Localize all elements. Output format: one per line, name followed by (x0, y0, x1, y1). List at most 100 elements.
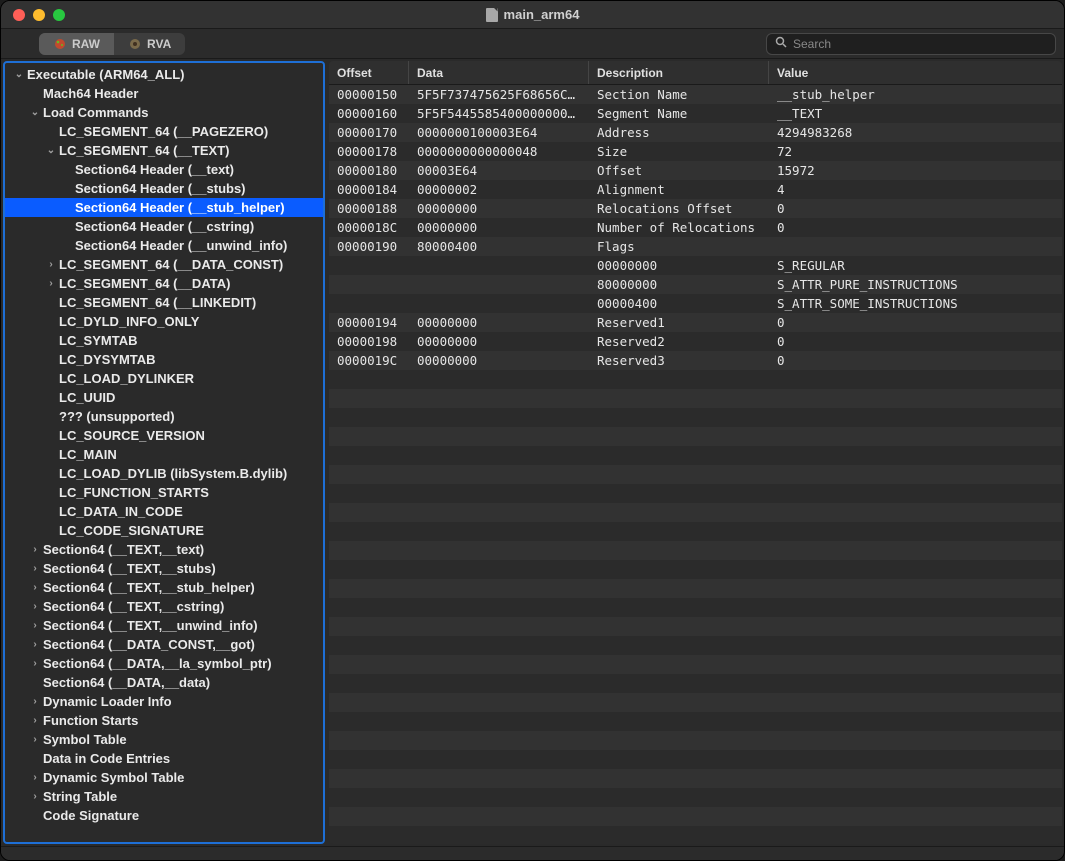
disclosure-arrow-icon[interactable]: › (29, 696, 41, 707)
tree-item[interactable]: LC_DATA_IN_CODE (5, 502, 323, 521)
disclosure-arrow-icon[interactable]: › (29, 544, 41, 555)
tree-item[interactable]: ›Section64 (__TEXT,__text) (5, 540, 323, 559)
tree-item[interactable]: ›Dynamic Loader Info (5, 692, 323, 711)
disclosure-arrow-icon[interactable]: › (29, 791, 41, 802)
tree-item[interactable]: Section64 Header (__text) (5, 160, 323, 179)
tree-item[interactable]: LC_LOAD_DYLINKER (5, 369, 323, 388)
table-row[interactable]: 0000018400000002Alignment4 (329, 180, 1062, 199)
close-window-button[interactable] (13, 9, 25, 21)
col-header-data[interactable]: Data (409, 61, 589, 84)
tree-item[interactable]: LC_SEGMENT_64 (__PAGEZERO) (5, 122, 323, 141)
tree-item[interactable]: LC_SOURCE_VERSION (5, 426, 323, 445)
tree-item[interactable]: Code Signature (5, 806, 323, 825)
tree-item[interactable]: ??? (unsupported) (5, 407, 323, 426)
tree-item-label: LC_SEGMENT_64 (__DATA) (59, 276, 230, 291)
disclosure-arrow-icon[interactable]: › (29, 715, 41, 726)
table-row[interactable]: 0000018C00000000Number of Relocations0 (329, 218, 1062, 237)
tree-item[interactable]: ›Section64 (__TEXT,__stubs) (5, 559, 323, 578)
cell-value: S_REGULAR (769, 258, 1062, 273)
tree-item-label: Section64 (__TEXT,__text) (43, 542, 204, 557)
toolbar: RAW RVA (1, 29, 1064, 59)
col-header-description[interactable]: Description (589, 61, 769, 84)
search-field[interactable] (766, 33, 1056, 55)
table-row-empty (329, 712, 1062, 731)
table-row[interactable]: 00000000S_REGULAR (329, 256, 1062, 275)
tree-item-label: LC_SYMTAB (59, 333, 137, 348)
tree-item[interactable]: ›String Table (5, 787, 323, 806)
raw-icon (53, 37, 67, 51)
tree-item[interactable]: ⌄Executable (ARM64_ALL) (5, 65, 323, 84)
tree-item[interactable]: LC_SEGMENT_64 (__LINKEDIT) (5, 293, 323, 312)
tree-item[interactable]: Mach64 Header (5, 84, 323, 103)
tree-item[interactable]: LC_DYSYMTAB (5, 350, 323, 369)
disclosure-arrow-icon[interactable]: › (29, 772, 41, 783)
tree-item[interactable]: ›Section64 (__DATA,__la_symbol_ptr) (5, 654, 323, 673)
tree-item[interactable]: ⌄LC_SEGMENT_64 (__TEXT) (5, 141, 323, 160)
tree-item[interactable]: LC_MAIN (5, 445, 323, 464)
disclosure-arrow-icon[interactable]: ⌄ (29, 107, 41, 118)
tree-item[interactable]: ›LC_SEGMENT_64 (__DATA) (5, 274, 323, 293)
tree-item[interactable]: LC_UUID (5, 388, 323, 407)
tree-item[interactable]: ›LC_SEGMENT_64 (__DATA_CONST) (5, 255, 323, 274)
tree-item[interactable]: ›Section64 (__DATA_CONST,__got) (5, 635, 323, 654)
table-row[interactable]: 0000019080000400Flags (329, 237, 1062, 256)
disclosure-arrow-icon[interactable]: › (29, 620, 41, 631)
tree-item[interactable]: ›Symbol Table (5, 730, 323, 749)
table-row[interactable]: 000001700000000100003E64Address429498326… (329, 123, 1062, 142)
cell-description: Flags (589, 239, 769, 254)
tree-item[interactable]: Section64 Header (__stubs) (5, 179, 323, 198)
tree-item[interactable]: ›Section64 (__TEXT,__stub_helper) (5, 578, 323, 597)
tree-item[interactable]: LC_CODE_SIGNATURE (5, 521, 323, 540)
tree-item[interactable]: Data in Code Entries (5, 749, 323, 768)
table-row[interactable]: 80000000S_ATTR_PURE_INSTRUCTIONS (329, 275, 1062, 294)
tree-item[interactable]: ⌄Load Commands (5, 103, 323, 122)
tree-item[interactable]: Section64 Header (__stub_helper) (5, 198, 323, 217)
tree-item[interactable]: LC_FUNCTION_STARTS (5, 483, 323, 502)
sidebar-tree[interactable]: ⌄Executable (ARM64_ALL)Mach64 Header⌄Loa… (3, 61, 325, 844)
disclosure-arrow-icon[interactable]: › (45, 259, 57, 270)
tree-item[interactable]: Section64 (__DATA,__data) (5, 673, 323, 692)
tree-item[interactable]: Section64 Header (__cstring) (5, 217, 323, 236)
cell-data: 00000000 (409, 220, 589, 235)
tree-item[interactable]: LC_SYMTAB (5, 331, 323, 350)
table-row-empty (329, 617, 1062, 636)
tree-item[interactable]: LC_DYLD_INFO_ONLY (5, 312, 323, 331)
disclosure-arrow-icon[interactable]: › (29, 658, 41, 669)
table-row[interactable]: 0000018800000000Relocations Offset0 (329, 199, 1062, 218)
col-header-value[interactable]: Value (769, 61, 1062, 84)
table-row-empty (329, 370, 1062, 389)
tree-item[interactable]: LC_LOAD_DYLIB (libSystem.B.dylib) (5, 464, 323, 483)
disclosure-arrow-icon[interactable]: › (29, 639, 41, 650)
table-row[interactable]: 0000019800000000Reserved20 (329, 332, 1062, 351)
tree-item-label: Dynamic Loader Info (43, 694, 172, 709)
window-controls (1, 9, 65, 21)
col-header-offset[interactable]: Offset (329, 61, 409, 84)
disclosure-arrow-icon[interactable]: › (29, 563, 41, 574)
table-row[interactable]: 000001505F5F737475625F68656C706…Section … (329, 85, 1062, 104)
table-row[interactable]: 0000018000003E64Offset15972 (329, 161, 1062, 180)
tree-item-label: Section64 Header (__text) (75, 162, 234, 177)
tree-item[interactable]: ›Section64 (__TEXT,__unwind_info) (5, 616, 323, 635)
disclosure-arrow-icon[interactable]: › (29, 734, 41, 745)
search-input[interactable] (793, 37, 1047, 51)
minimize-window-button[interactable] (33, 9, 45, 21)
tree-item[interactable]: ›Dynamic Symbol Table (5, 768, 323, 787)
tree-item-label: LC_LOAD_DYLIB (libSystem.B.dylib) (59, 466, 287, 481)
table-row[interactable]: 0000019C00000000Reserved30 (329, 351, 1062, 370)
disclosure-arrow-icon[interactable]: ⌄ (45, 145, 57, 156)
table-row[interactable]: 00000400S_ATTR_SOME_INSTRUCTIONS (329, 294, 1062, 313)
tree-item[interactable]: Section64 Header (__unwind_info) (5, 236, 323, 255)
tree-item[interactable]: ›Section64 (__TEXT,__cstring) (5, 597, 323, 616)
table-row[interactable]: 000001780000000000000048Size72 (329, 142, 1062, 161)
disclosure-arrow-icon[interactable]: › (29, 582, 41, 593)
rva-mode-button[interactable]: RVA (114, 33, 185, 55)
disclosure-arrow-icon[interactable]: › (45, 278, 57, 289)
table-body[interactable]: 000001505F5F737475625F68656C706…Section … (329, 85, 1062, 844)
tree-item[interactable]: ›Function Starts (5, 711, 323, 730)
table-row[interactable]: 000001605F5F5445585400000000000…Segment … (329, 104, 1062, 123)
zoom-window-button[interactable] (53, 9, 65, 21)
raw-mode-button[interactable]: RAW (39, 33, 114, 55)
table-row[interactable]: 0000019400000000Reserved10 (329, 313, 1062, 332)
disclosure-arrow-icon[interactable]: ⌄ (13, 69, 25, 80)
disclosure-arrow-icon[interactable]: › (29, 601, 41, 612)
